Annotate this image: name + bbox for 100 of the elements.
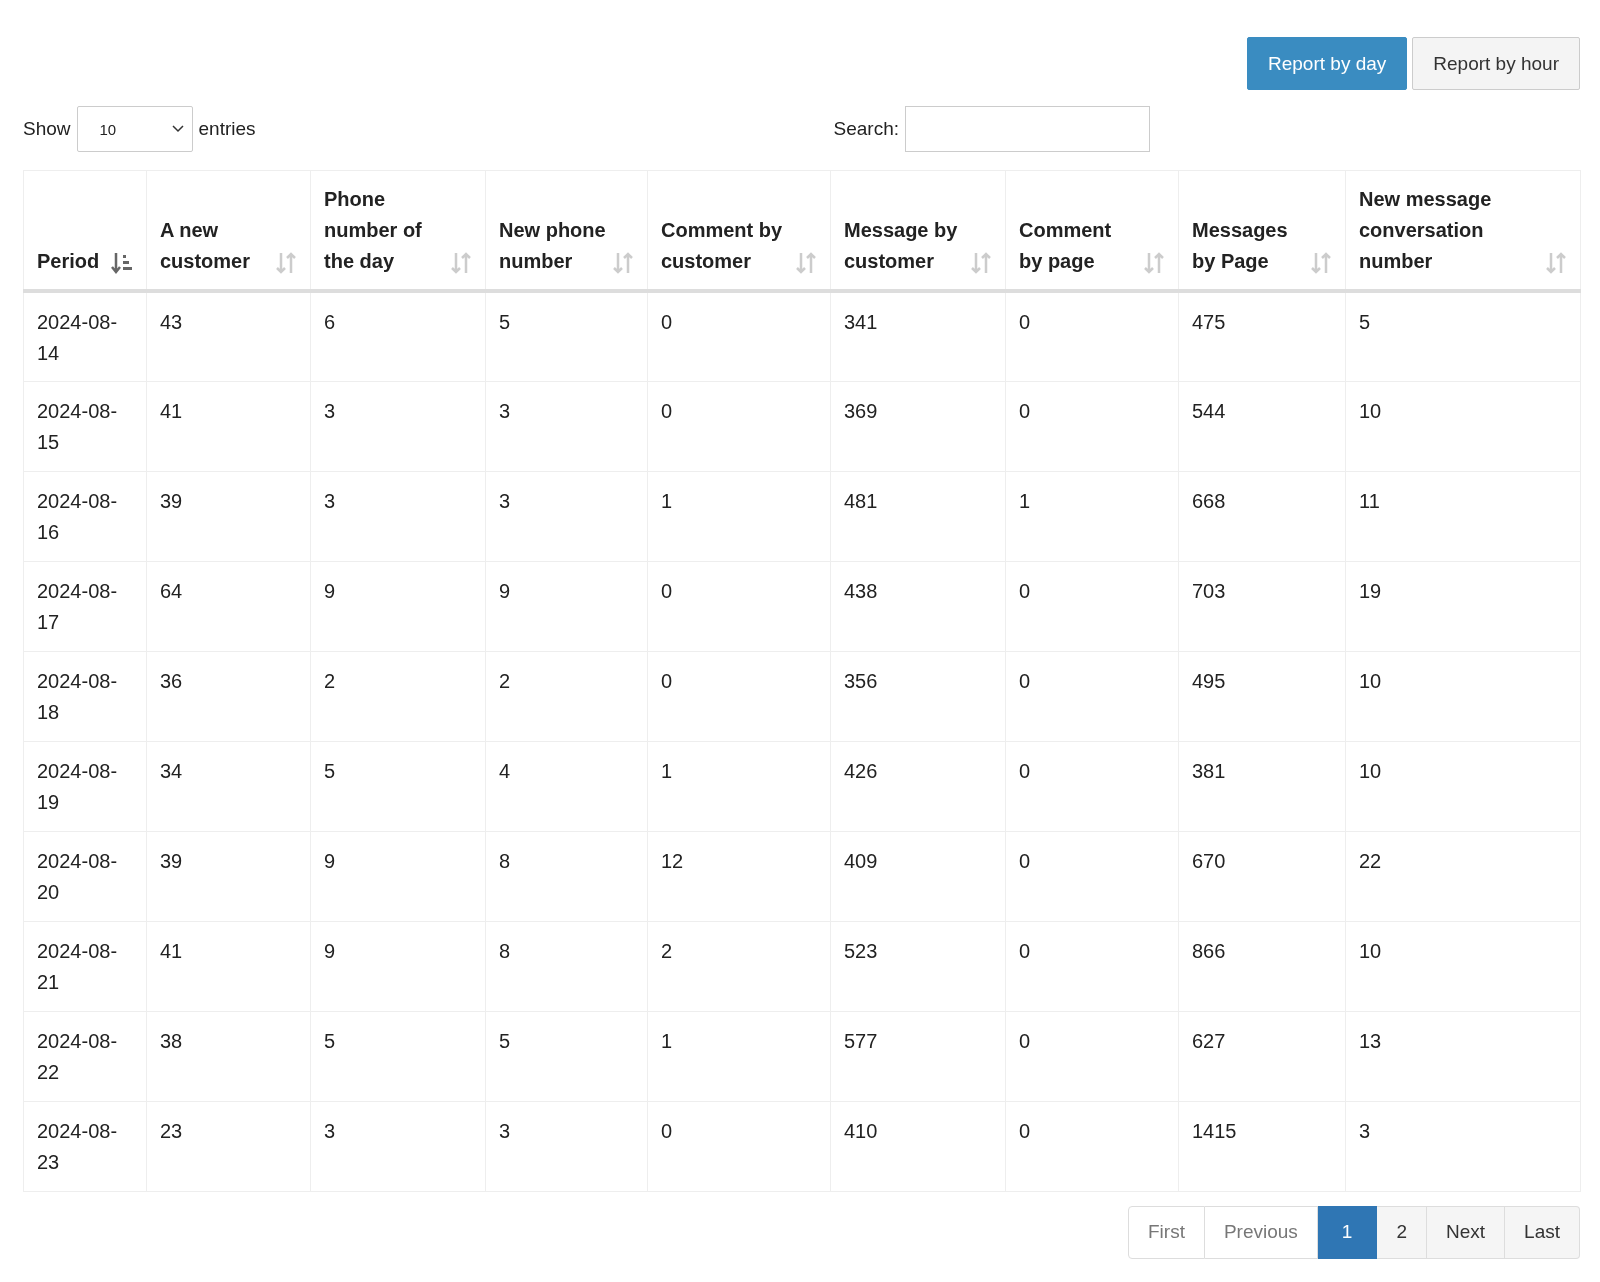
- table-cell: 523: [830, 921, 1006, 1011]
- table-cell: 2024-08-19: [23, 741, 147, 831]
- entries-dropdown[interactable]: 10: [76, 106, 193, 152]
- table-cell: 0: [647, 290, 831, 381]
- table-cell: 866: [1178, 921, 1346, 1011]
- table-cell: 627: [1178, 1011, 1346, 1101]
- table-cell: 39: [146, 831, 311, 921]
- chevron-down-icon: [171, 125, 184, 133]
- table-cell: 475: [1178, 290, 1346, 381]
- table-cell: 39: [146, 471, 311, 561]
- table-cell: 43: [146, 290, 311, 381]
- table-cell: 9: [310, 831, 486, 921]
- table-cell: 5: [1345, 290, 1581, 381]
- table-cell: 8: [485, 831, 648, 921]
- page-button[interactable]: Next: [1427, 1205, 1506, 1259]
- table-cell: 438: [830, 561, 1006, 651]
- table-cell: 0: [1005, 561, 1179, 651]
- table-cell: 3: [485, 471, 648, 561]
- table-cell: 2024-08-14: [23, 290, 147, 381]
- table-cell: 2024-08-23: [23, 1101, 147, 1191]
- table-cell: 2024-08-18: [23, 651, 147, 741]
- column-header[interactable]: Period: [37, 245, 100, 277]
- table-cell: 22: [1345, 831, 1581, 921]
- table-cell: 38: [146, 1011, 311, 1101]
- sort-icon[interactable]: [275, 250, 297, 275]
- search-label: Search:: [833, 118, 899, 140]
- table-cell: 41: [146, 381, 311, 471]
- table-cell: 0: [1005, 831, 1179, 921]
- table-cell: 3: [310, 471, 486, 561]
- table-cell: 495: [1178, 651, 1346, 741]
- table-cell: 369: [830, 381, 1006, 471]
- table-cell: 11: [1345, 471, 1581, 561]
- table-cell: 6: [310, 290, 486, 381]
- table-cell: 10: [1345, 381, 1581, 471]
- search-field[interactable]: [905, 106, 1150, 152]
- table-cell: 1: [1005, 471, 1179, 561]
- table-cell: 9: [485, 561, 648, 651]
- table-cell: 3: [1345, 1101, 1581, 1191]
- page-button[interactable]: Last: [1505, 1205, 1580, 1259]
- table-cell: 2024-08-21: [23, 921, 147, 1011]
- report-button[interactable]: Report by hour: [1412, 37, 1580, 90]
- table-cell: 0: [1005, 1011, 1179, 1101]
- table-cell: 23: [146, 1101, 311, 1191]
- sort-icon[interactable]: [970, 250, 992, 275]
- sort-icon[interactable]: [795, 250, 817, 275]
- table-cell: 1415: [1178, 1101, 1346, 1191]
- table-cell: 703: [1178, 561, 1346, 651]
- table-cell: 0: [647, 561, 831, 651]
- table-cell: 381: [1178, 741, 1346, 831]
- sort-icon[interactable]: [1143, 250, 1165, 275]
- table-cell: 36: [146, 651, 311, 741]
- table-cell: 0: [647, 381, 831, 471]
- table-cell: 668: [1178, 471, 1346, 561]
- table-cell: 5: [485, 290, 648, 381]
- table-cell: 2024-08-17: [23, 561, 147, 651]
- table-cell: 1: [647, 471, 831, 561]
- table-cell: 41: [146, 921, 311, 1011]
- sort-icon[interactable]: [1310, 250, 1332, 275]
- table-cell: 2024-08-15: [23, 381, 147, 471]
- report-button[interactable]: Report by day: [1247, 37, 1408, 90]
- sort-ascending-icon[interactable]: [111, 250, 133, 275]
- table-cell: 3: [310, 1101, 486, 1191]
- table-cell: 2: [485, 651, 648, 741]
- table-cell: 341: [830, 290, 1006, 381]
- table-cell: 0: [1005, 290, 1179, 381]
- page-button[interactable]: 1: [1317, 1205, 1378, 1259]
- sort-icon[interactable]: [450, 250, 472, 275]
- table-cell: 1: [647, 1011, 831, 1101]
- table-cell: 9: [310, 561, 486, 651]
- table-cell: 19: [1345, 561, 1581, 651]
- table-cell: 0: [1005, 741, 1179, 831]
- table-cell: 0: [1005, 651, 1179, 741]
- show-label: Show: [23, 118, 71, 140]
- table-cell: 10: [1345, 651, 1581, 741]
- table-cell: 12: [647, 831, 831, 921]
- table-cell: 2024-08-22: [23, 1011, 147, 1101]
- table-cell: 356: [830, 651, 1006, 741]
- table-cell: 544: [1178, 381, 1346, 471]
- table-cell: 3: [310, 381, 486, 471]
- entries-label: entries: [198, 118, 256, 140]
- table-cell: 9: [310, 921, 486, 1011]
- table-cell: 10: [1345, 741, 1581, 831]
- table-cell: 13: [1345, 1011, 1581, 1101]
- table-cell: 5: [310, 741, 486, 831]
- table-cell: 426: [830, 741, 1006, 831]
- table-cell: 577: [830, 1011, 1006, 1101]
- table-cell: 481: [830, 471, 1006, 561]
- table-cell: 2: [647, 921, 831, 1011]
- table-cell: 670: [1178, 831, 1346, 921]
- table-cell: 0: [647, 651, 831, 741]
- table-cell: 3: [485, 1101, 648, 1191]
- table-cell: 3: [485, 381, 648, 471]
- table-cell: 1: [647, 741, 831, 831]
- page-button[interactable]: 2: [1377, 1205, 1427, 1259]
- table-cell: 410: [830, 1101, 1006, 1191]
- table-cell: 4: [485, 741, 648, 831]
- sort-icon[interactable]: [1545, 250, 1567, 275]
- table-cell: 0: [1005, 921, 1179, 1011]
- table-cell: 5: [485, 1011, 648, 1101]
- sort-icon[interactable]: [612, 250, 634, 275]
